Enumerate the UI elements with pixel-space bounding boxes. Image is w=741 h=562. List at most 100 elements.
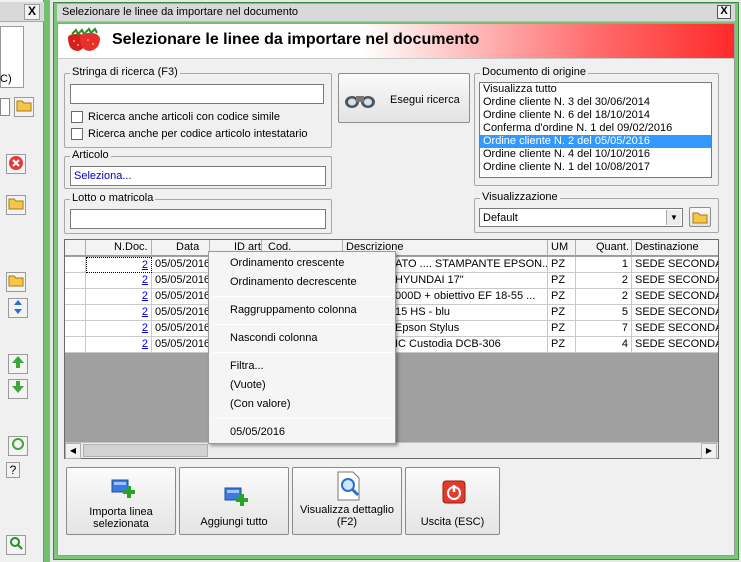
cell-ndoc[interactable]: 2	[86, 289, 152, 305]
grid-header-corner	[65, 240, 86, 256]
grid-horizontal-scrollbar[interactable]: ◀ ▶	[65, 442, 718, 459]
cell-ndoc[interactable]: 2	[86, 273, 152, 289]
folder-icon[interactable]	[689, 207, 711, 227]
cell-data[interactable]: 05/05/2016	[152, 273, 210, 289]
row-indicator[interactable]	[65, 321, 86, 337]
cell-quant[interactable]: 5	[576, 305, 632, 321]
background-label: C)	[0, 73, 12, 85]
scroll-thumb[interactable]	[83, 444, 208, 457]
cell-ndoc[interactable]: 2	[86, 321, 152, 337]
add-all-button[interactable]: Aggiungi tutto	[179, 467, 289, 535]
menu-filter-empty[interactable]: (Vuote)	[230, 379, 266, 391]
chevron-down-icon[interactable]: ▼	[666, 210, 681, 225]
cell-um[interactable]: PZ	[548, 321, 576, 337]
cell-quant[interactable]: 2	[576, 273, 632, 289]
grid-header-data[interactable]: Data	[152, 240, 210, 256]
cell-data[interactable]: 05/05/2016	[152, 289, 210, 305]
cell-destinazione[interactable]: SEDE SECONDARIA	[632, 305, 718, 321]
grid-header-destinazione[interactable]: Destinazione	[632, 240, 718, 256]
origin-item[interactable]: Ordine cliente N. 1 del 10/08/2017	[480, 161, 711, 174]
exit-button[interactable]: Uscita (ESC)	[405, 467, 500, 535]
origin-item-all[interactable]: Visualizza tutto	[480, 83, 711, 96]
cell-ndoc[interactable]: 2	[86, 305, 152, 321]
cell-destinazione[interactable]: SEDE SECONDARIA	[632, 273, 718, 289]
scroll-left-icon[interactable]: ◀	[65, 443, 81, 459]
close-button[interactable]: X	[717, 5, 731, 19]
delete-icon[interactable]	[6, 154, 26, 174]
row-indicator[interactable]	[65, 289, 86, 305]
help-icon[interactable]: ?	[6, 462, 20, 478]
cell-destinazione[interactable]: SEDE SECONDARIA	[632, 337, 718, 353]
cell-data[interactable]: 05/05/2016	[152, 321, 210, 337]
menu-hide-column[interactable]: Nascondi colonna	[230, 332, 317, 344]
menu-filter-with-value[interactable]: (Con valore)	[230, 398, 291, 410]
origin-item[interactable]: Conferma d'ordine N. 1 del 09/02/2016	[480, 122, 711, 135]
menu-filter[interactable]: Filtra...	[230, 360, 264, 372]
cell-um[interactable]: PZ	[548, 337, 576, 353]
origin-document-list[interactable]: Visualizza tutto Ordine cliente N. 3 del…	[479, 82, 712, 178]
cell-data[interactable]: 05/05/2016	[152, 337, 210, 353]
cell-quant[interactable]: 4	[576, 337, 632, 353]
cell-destinazione[interactable]: SEDE SECONDARIA	[632, 321, 718, 337]
folder-icon[interactable]	[6, 272, 26, 292]
grid-header-ndoc[interactable]: N.Doc.	[86, 240, 152, 256]
menu-separator	[213, 296, 393, 297]
view-select[interactable]: Default ▼	[479, 208, 683, 227]
search-group-label: Stringa di ricerca (F3)	[70, 66, 180, 78]
updown-icon[interactable]	[8, 298, 28, 318]
cell-um[interactable]: PZ	[548, 289, 576, 305]
cell-destinazione[interactable]: SEDE SECONDARIA	[632, 257, 718, 273]
magnifier-document-icon	[335, 471, 363, 504]
view-detail-label: Visualizza dettaglio (F2)	[300, 504, 394, 528]
background-field	[0, 98, 10, 116]
article-field[interactable]: Seleziona...	[70, 166, 326, 186]
origin-item-selected[interactable]: Ordine cliente N. 2 del 05/05/2016	[480, 135, 711, 148]
cell-um[interactable]: PZ	[548, 273, 576, 289]
lot-input[interactable]	[70, 209, 326, 229]
similar-code-checkbox[interactable]	[71, 111, 83, 123]
folder-icon[interactable]	[6, 195, 26, 215]
article-select-link[interactable]: Seleziona...	[74, 170, 131, 182]
menu-sort-ascending[interactable]: Ordinamento crescente	[230, 257, 344, 269]
cell-um[interactable]: PZ	[548, 257, 576, 273]
cell-quant[interactable]: 2	[576, 289, 632, 305]
column-context-menu: Ordinamento crescente Ordinamento decres…	[208, 251, 396, 444]
row-indicator[interactable]	[65, 257, 86, 273]
view-select-value: Default	[483, 212, 518, 224]
scroll-right-icon[interactable]: ▶	[701, 443, 717, 459]
holder-code-checkbox[interactable]	[71, 128, 83, 140]
cell-ndoc[interactable]: 2	[86, 257, 152, 273]
similar-code-label: Ricerca anche articoli con codice simile	[88, 111, 280, 123]
origin-item[interactable]: Ordine cliente N. 6 del 18/10/2014	[480, 109, 711, 122]
arrow-down-icon[interactable]	[8, 379, 28, 399]
row-indicator[interactable]	[65, 273, 86, 289]
menu-filter-date-value[interactable]: 05/05/2016	[230, 426, 285, 438]
import-line-button[interactable]: Importa linea selezionata	[66, 467, 176, 535]
view-detail-button[interactable]: Visualizza dettaglio (F2)	[292, 467, 402, 535]
menu-group-column[interactable]: Raggruppamento colonna	[230, 304, 357, 316]
cell-quant[interactable]: 1	[576, 257, 632, 273]
background-close-button[interactable]: X	[24, 4, 40, 20]
row-indicator[interactable]	[65, 305, 86, 321]
refresh-icon[interactable]	[8, 436, 28, 456]
row-indicator[interactable]	[65, 337, 86, 353]
origin-item[interactable]: Ordine cliente N. 3 del 30/06/2014	[480, 96, 711, 109]
exit-label: Uscita (ESC)	[420, 516, 485, 528]
grid-header-um[interactable]: UM	[548, 240, 576, 256]
origin-item[interactable]: Ordine cliente N. 4 del 10/10/2016	[480, 148, 711, 161]
zoom-icon[interactable]	[6, 535, 26, 555]
menu-sort-descending[interactable]: Ordinamento decrescente	[230, 276, 357, 288]
cell-um[interactable]: PZ	[548, 305, 576, 321]
cell-quant[interactable]: 7	[576, 321, 632, 337]
cell-data[interactable]: 05/05/2016	[152, 305, 210, 321]
search-button[interactable]: Esegui ricerca	[338, 73, 470, 123]
menu-separator	[213, 324, 393, 325]
folder-icon[interactable]	[14, 97, 34, 117]
power-icon	[442, 480, 466, 507]
cell-destinazione[interactable]: SEDE SECONDARIA	[632, 289, 718, 305]
arrow-up-icon[interactable]	[8, 354, 28, 374]
search-input[interactable]	[70, 84, 324, 104]
grid-header-quant[interactable]: Quant.	[576, 240, 632, 256]
cell-ndoc[interactable]: 2	[86, 337, 152, 353]
cell-data[interactable]: 05/05/2016	[152, 257, 210, 273]
